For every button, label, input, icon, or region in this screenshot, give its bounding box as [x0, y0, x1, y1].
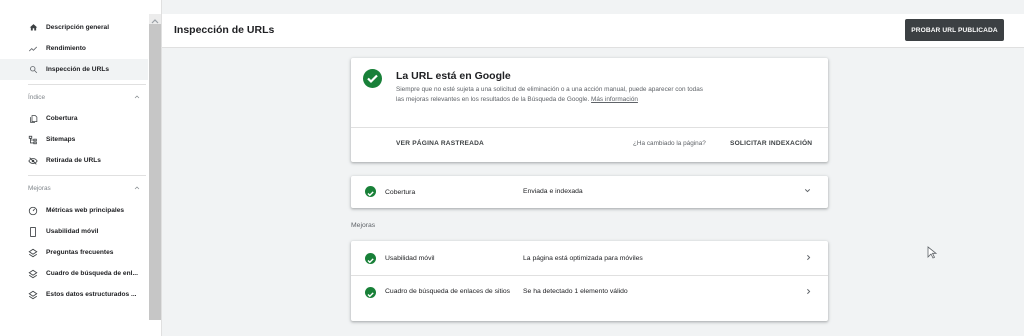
check-circle-icon	[365, 186, 376, 197]
card-divider	[351, 127, 828, 128]
sidebar-item-retirada-urls[interactable]: Retirada de URLs	[0, 150, 148, 171]
probar-url-publicada-button[interactable]: PROBAR URL PUBLICADA	[905, 19, 1004, 41]
eye-off-icon	[28, 156, 38, 166]
check-circle-icon	[365, 253, 376, 264]
app: Descripción general Rendimiento Inspecci…	[0, 0, 1024, 336]
sidebar-item-descripcion-general[interactable]: Descripción general	[0, 17, 148, 38]
changed-question-text: ¿Ha cambiado la página?	[633, 140, 706, 147]
coverage-row[interactable]: Cobertura Enviada e indexada	[351, 176, 828, 208]
layers-icon	[28, 290, 38, 300]
sidebar-section-mejoras: Mejoras	[28, 185, 51, 192]
sidebar-item-label: Inspección de URLs	[46, 66, 110, 73]
sidebar-item-usabilidad-movil[interactable]: Usabilidad móvil	[0, 221, 148, 242]
sidebar-item-label: Estos datos estructurados ...	[46, 291, 137, 298]
sidebar-item-metricas-web[interactable]: Métricas web principales	[0, 200, 148, 221]
sidebar-scrollbar[interactable]	[149, 14, 161, 320]
index-status-card: La URL está en Google Siempre que no est…	[351, 58, 828, 162]
chevron-up-icon[interactable]	[133, 93, 141, 103]
sidebar: Descripción general Rendimiento Inspecci…	[0, 0, 162, 336]
sidebar-divider	[28, 84, 146, 85]
sidebar-item-sitemaps[interactable]: Sitemaps	[0, 129, 148, 150]
scroll-up-icon[interactable]	[149, 14, 161, 24]
check-circle-icon	[365, 287, 376, 298]
sidebar-section-indice: Índice	[28, 94, 46, 101]
mouse-cursor-icon	[927, 246, 938, 259]
sidebar-item-label: Sitemaps	[46, 136, 76, 143]
sitemap-icon	[28, 135, 38, 145]
layers-icon	[28, 248, 38, 258]
search-icon	[28, 65, 38, 75]
mejoras-row-usabilidad[interactable]: Usabilidad móvil La página está optimiza…	[351, 241, 828, 275]
coverage-label: Cobertura	[385, 189, 416, 196]
mejoras-row-label: Usabilidad móvil	[385, 255, 435, 262]
solicitar-indexacion-button[interactable]: SOLICITAR INDEXACIÓN	[730, 140, 812, 147]
status-title: La URL está en Google	[396, 70, 511, 82]
check-circle-icon	[363, 69, 382, 88]
mejoras-row-cuadro-busqueda[interactable]: Cuadro de búsqueda de enlaces de sitios …	[351, 276, 828, 321]
page-header: Inspección de URLs PROBAR URL PUBLICADA	[162, 14, 1024, 48]
page-title: Inspección de URLs	[174, 24, 275, 36]
layers-icon	[28, 269, 38, 279]
ver-pagina-rastreada-button[interactable]: VER PÁGINA RASTREADA	[396, 140, 484, 147]
file-copy-icon	[28, 114, 38, 124]
status-description: Siempre que no esté sujeta a una solicit…	[396, 85, 706, 104]
sidebar-item-label: Cuadro de búsqueda de enl...	[46, 270, 138, 277]
sidebar-item-label: Cobertura	[46, 115, 78, 122]
sidebar-item-cobertura[interactable]: Cobertura	[0, 108, 148, 129]
sidebar-item-inspeccion-urls[interactable]: Inspección de URLs	[0, 59, 148, 80]
chevron-down-icon[interactable]	[803, 186, 812, 197]
mejoras-row-value: La página está optimizada para móviles	[523, 255, 643, 262]
chevron-up-icon[interactable]	[133, 184, 141, 194]
status-description-text: Siempre que no esté sujeta a una solicit…	[396, 86, 703, 103]
mejoras-card: Usabilidad móvil La página está optimiza…	[351, 241, 828, 321]
sidebar-item-label: Descripción general	[46, 24, 110, 31]
sidebar-item-label: Métricas web principales	[46, 207, 125, 214]
sidebar-item-cuadro-busqueda[interactable]: Cuadro de búsqueda de enl...	[0, 263, 148, 284]
coverage-value: Enviada e indexada	[523, 188, 583, 195]
sidebar-item-label: Rendimiento	[46, 45, 86, 52]
chevron-right-icon[interactable]	[804, 287, 813, 298]
smartphone-icon	[28, 226, 38, 237]
mejoras-row-value: Se ha detectado 1 elemento válido	[523, 288, 628, 295]
sidebar-item-label: Retirada de URLs	[46, 157, 101, 164]
sidebar-item-rendimiento[interactable]: Rendimiento	[0, 38, 148, 59]
gauge-icon	[28, 206, 38, 216]
mejoras-heading: Mejoras	[351, 222, 376, 229]
chevron-right-icon[interactable]	[804, 253, 813, 264]
sidebar-item-datos-estructurados[interactable]: Estos datos estructurados ...	[0, 284, 148, 305]
home-icon	[28, 23, 38, 33]
trending-up-icon	[28, 44, 38, 54]
sidebar-item-label: Usabilidad móvil	[46, 228, 99, 235]
sidebar-divider	[28, 175, 146, 176]
sidebar-item-preguntas-frecuentes[interactable]: Preguntas frecuentes	[0, 242, 148, 263]
sidebar-item-label: Preguntas frecuentes	[46, 249, 114, 256]
mejoras-row-label: Cuadro de búsqueda de enlaces de sitios	[385, 288, 511, 295]
mas-informacion-link[interactable]: Más información	[591, 96, 638, 103]
